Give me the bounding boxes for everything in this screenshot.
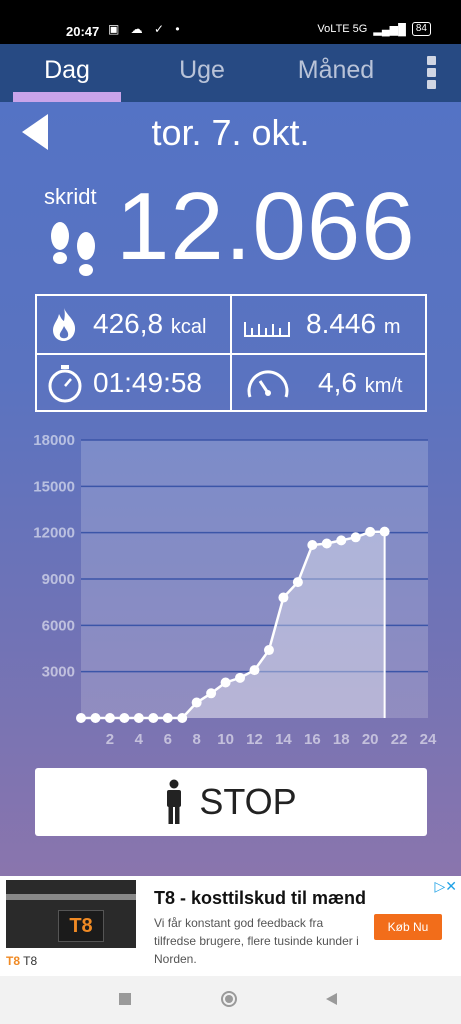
data-point bbox=[336, 535, 347, 546]
barbell-shape bbox=[6, 894, 136, 900]
distance-cell: 8.446 m bbox=[232, 296, 427, 353]
x-tick-label: 20 bbox=[362, 731, 379, 748]
data-point bbox=[148, 713, 159, 723]
y-tick-label: 9000 bbox=[42, 571, 75, 588]
data-point bbox=[76, 713, 86, 723]
home-icon[interactable] bbox=[221, 991, 237, 1007]
stop-button[interactable]: STOP bbox=[35, 768, 427, 836]
battery-icon: 84 bbox=[411, 22, 431, 36]
ad-description: Vi får konstant god feedback fra tilfred… bbox=[154, 916, 359, 966]
date-title: tor. 7. okt. bbox=[151, 112, 310, 153]
footprints-icon bbox=[51, 222, 95, 276]
data-point bbox=[321, 538, 332, 549]
x-tick-label: 2 bbox=[106, 731, 114, 748]
calories-unit: kcal bbox=[170, 316, 207, 338]
x-tick-label: 12 bbox=[246, 731, 263, 748]
calories-cell: 426,8 kcal bbox=[37, 296, 230, 353]
y-tick-label: 6000 bbox=[42, 617, 75, 634]
y-tick-label: 15000 bbox=[33, 478, 75, 495]
data-point bbox=[220, 677, 231, 688]
data-point bbox=[365, 526, 376, 537]
stats-grid: 426,8 kcal 8.446 m 01:49:58 4,6 km/t bbox=[35, 294, 427, 412]
stopwatch-icon bbox=[48, 365, 82, 403]
steps-chart-svg: 3000600090001200015000180002 4 6 8 10 12 14 16 1… bbox=[33, 432, 437, 748]
distance-value: 8.446 bbox=[306, 308, 377, 339]
x-tick-label: 14 bbox=[275, 731, 292, 748]
signal-icon: ▂▄▆█ bbox=[373, 23, 406, 36]
flame-icon bbox=[53, 308, 76, 341]
data-point bbox=[90, 713, 101, 723]
tab-week[interactable]: Uge bbox=[137, 56, 267, 85]
data-point bbox=[206, 688, 217, 699]
data-point bbox=[104, 713, 115, 723]
notification-icons: ▣ ☁ ✓ • bbox=[108, 22, 184, 36]
speed-cell: 4,6 km/t bbox=[232, 355, 427, 412]
data-point bbox=[235, 672, 246, 683]
data-point bbox=[133, 713, 144, 723]
steps-chart: 3000 6000 9000 12000 15000 18000 2 4 6 8 10 12 14 16 1… bbox=[0, 424, 461, 754]
active-tab-indicator bbox=[13, 92, 121, 102]
y-tick-label: 18000 bbox=[33, 432, 75, 449]
status-right-icons: VoLTE 5G ▂▄▆█ 84 bbox=[317, 22, 431, 36]
previous-day-icon[interactable] bbox=[22, 114, 48, 150]
tab-month[interactable]: Måned bbox=[271, 56, 401, 85]
ad-banner[interactable]: T8 T8 T8 T8 - kosttilskud til mænd Vi få… bbox=[0, 876, 461, 976]
date-navigation: tor. 7. okt. bbox=[0, 102, 461, 162]
data-point bbox=[249, 665, 260, 676]
data-point bbox=[292, 577, 303, 588]
speedometer-icon bbox=[247, 370, 289, 398]
x-tick-label: 18 bbox=[333, 731, 350, 748]
steps-label: skridt bbox=[44, 184, 97, 209]
x-tick-label: 6 bbox=[164, 731, 172, 748]
data-point bbox=[379, 526, 390, 537]
ad-brand: T8 T8 bbox=[6, 954, 37, 968]
status-time: 20:47 bbox=[66, 24, 100, 39]
data-point bbox=[307, 540, 318, 551]
ad-buy-button[interactable]: Køb Nu bbox=[374, 914, 442, 940]
x-tick-label: 24 bbox=[420, 731, 437, 748]
data-point bbox=[278, 592, 289, 603]
x-tick-label: 8 bbox=[192, 731, 200, 748]
y-tick-label: 3000 bbox=[42, 664, 75, 681]
data-point bbox=[119, 713, 130, 723]
y-tick-label: 12000 bbox=[33, 525, 75, 542]
data-point bbox=[177, 713, 188, 723]
data-point bbox=[191, 697, 202, 708]
duration-cell: 01:49:58 bbox=[37, 355, 230, 412]
more-options-icon[interactable] bbox=[424, 54, 438, 90]
period-tab-bar: Dag Uge Måned bbox=[0, 44, 461, 102]
speed-value: 4,6 bbox=[318, 367, 357, 398]
ad-image[interactable]: T8 bbox=[6, 880, 136, 948]
system-nav-bar bbox=[0, 976, 461, 1024]
ad-brand-logo: T8 bbox=[6, 954, 21, 968]
duration-value: 01:49:58 bbox=[93, 367, 202, 398]
recents-icon[interactable] bbox=[119, 993, 131, 1005]
data-point bbox=[350, 532, 361, 543]
x-tick-label: 16 bbox=[304, 731, 321, 748]
data-point bbox=[162, 713, 173, 723]
ad-brand-name: T8 bbox=[23, 954, 38, 968]
ad-product-box: T8 bbox=[58, 910, 104, 942]
x-tick-label: 10 bbox=[217, 731, 234, 748]
calories-value: 426,8 bbox=[93, 308, 164, 339]
person-icon bbox=[167, 779, 182, 824]
x-tick-label: 4 bbox=[135, 731, 144, 748]
tab-day[interactable]: Dag bbox=[2, 56, 132, 85]
network-indicator: VoLTE 5G bbox=[317, 23, 368, 35]
speed-unit: km/t bbox=[364, 375, 403, 397]
adchoices-icon[interactable]: ▷✕ bbox=[435, 878, 458, 895]
x-tick-label: 22 bbox=[391, 731, 408, 748]
status-bar: 20:47 ▣ ☁ ✓ • VoLTE 5G ▂▄▆█ 84 bbox=[0, 0, 461, 44]
back-icon[interactable] bbox=[326, 993, 337, 1005]
steps-count: 12.066 bbox=[116, 173, 416, 280]
ad-title[interactable]: T8 - kosttilskud til mænd bbox=[154, 888, 366, 909]
pedometer-app: Dag Uge Måned tor. 7. okt. skridt 12.066… bbox=[0, 44, 461, 876]
ruler-icon bbox=[244, 322, 290, 337]
stop-button-label: STOP bbox=[199, 781, 297, 822]
distance-unit: m bbox=[383, 316, 401, 338]
data-point bbox=[263, 645, 274, 656]
